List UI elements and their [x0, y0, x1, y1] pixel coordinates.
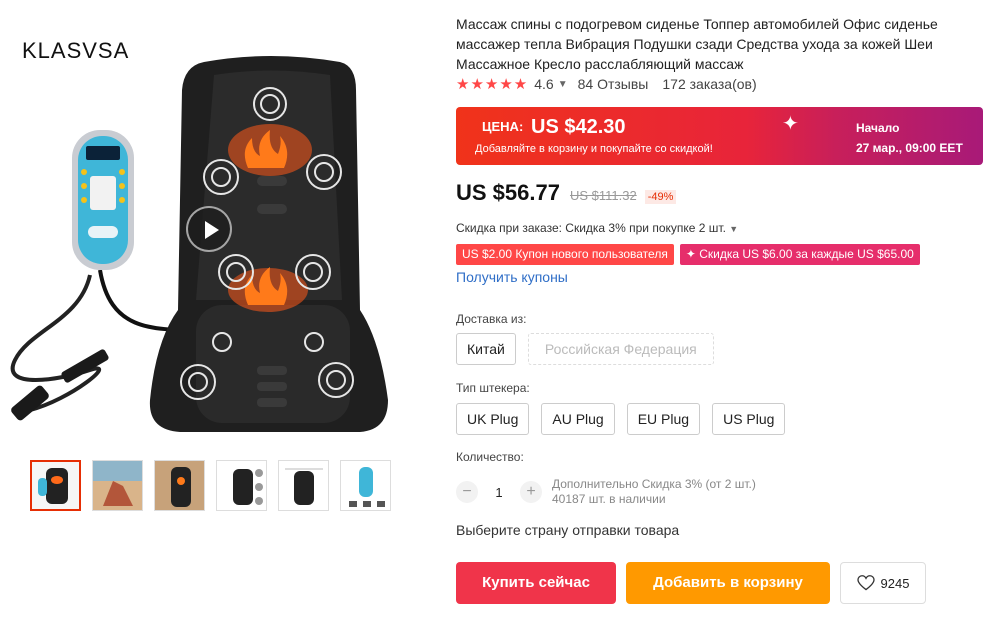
shipping-from-label: Доставка из:	[456, 312, 527, 326]
wishlist-button[interactable]: 9245	[840, 562, 926, 604]
thumbnail-3[interactable]	[154, 460, 205, 511]
shipping-options: Китай Российская Федерация	[456, 333, 714, 365]
thumbnail-4[interactable]	[216, 460, 267, 511]
chevron-down-icon[interactable]: ▼	[558, 79, 568, 90]
promo-start: Начало 27 мар., 09:00 EET	[856, 118, 963, 158]
thumbnail-2[interactable]	[92, 460, 143, 511]
rating-value[interactable]: 4.6	[534, 76, 553, 92]
quantity-label: Количество:	[456, 450, 524, 464]
ship-from-china[interactable]: Китай	[456, 333, 516, 365]
star-rating-icon: ★★★★★	[456, 76, 529, 93]
coupon-new-user[interactable]: US $2.00 Купон нового пользователя	[456, 244, 674, 265]
thumbnail-1[interactable]	[30, 460, 81, 511]
rating-row: ★★★★★ 4.6 ▼ 84 Отзывы 172 заказа(ов)	[456, 75, 757, 93]
promo-price-label: ЦЕНА:	[482, 119, 524, 134]
coupon-list: US $2.00 Купон нового пользователя ✦ Ски…	[456, 244, 920, 265]
thumbnail-strip	[30, 460, 391, 511]
brand-logo: KLASVSA	[22, 38, 130, 63]
stock-count: 40187 шт. в наличии	[552, 492, 666, 506]
chevron-down-icon: ▼	[729, 224, 739, 234]
promo-banner: ЦЕНА: US $42.30 Добавляйте в корзину и п…	[456, 107, 983, 165]
ship-country-note: Выберите страну отправки товара	[456, 522, 680, 538]
price-row: US $56.77 US $111.32 -49%	[456, 180, 677, 206]
reviews-link[interactable]: 84 Отзывы	[578, 76, 649, 92]
plug-uk[interactable]: UK Plug	[456, 403, 530, 435]
get-coupons-link[interactable]: Получить купоны	[456, 269, 568, 285]
quantity-stepper: − 1 + Дополнительно Скидка 3% (от 2 шт.)…	[456, 477, 756, 507]
thumbnail-5[interactable]	[278, 460, 329, 511]
quantity-minus-button[interactable]: −	[456, 481, 478, 503]
promo-start-label: Начало	[856, 121, 900, 135]
coupon-store-discount[interactable]: ✦ Скидка US $6.00 за каждые US $65.00	[679, 244, 920, 265]
product-gallery: KLASVSA	[0, 0, 440, 625]
add-to-cart-button[interactable]: Добавить в корзину	[626, 562, 830, 604]
order-discount-text: Скидка при заказе: Скидка 3% при покупке…	[456, 221, 726, 235]
quantity-discount-note: Дополнительно Скидка 3% (от 2 шт.)	[552, 477, 756, 491]
sparkle-icon: ✦	[782, 113, 799, 135]
play-video-button[interactable]	[186, 206, 232, 252]
orders-count: 172 заказа(ов)	[662, 76, 757, 92]
quantity-value[interactable]: 1	[478, 485, 520, 500]
plug-au[interactable]: AU Plug	[541, 403, 615, 435]
product-title: Массаж спины с подогревом сиденье Топпер…	[456, 16, 938, 72]
quantity-info: Дополнительно Скидка 3% (от 2 шт.) 40187…	[552, 477, 756, 507]
thumbnail-6[interactable]	[340, 460, 391, 511]
action-buttons: Купить сейчас Добавить в корзину 9245	[456, 562, 926, 604]
promo-start-date: 27 мар., 09:00 EET	[856, 141, 963, 155]
order-discount[interactable]: Скидка при заказе: Скидка 3% при покупке…	[456, 221, 738, 235]
buy-now-button[interactable]: Купить сейчас	[456, 562, 616, 604]
promo-price: US $42.30	[531, 116, 626, 138]
heart-icon	[856, 575, 875, 591]
wishlist-count: 9245	[880, 575, 910, 591]
plug-eu[interactable]: EU Plug	[626, 403, 701, 435]
plug-options: UK Plug AU Plug EU Plug US Plug	[456, 403, 786, 435]
discount-badge: -49%	[644, 190, 677, 204]
quantity-plus-button[interactable]: +	[520, 481, 542, 503]
plug-type-label: Тип штекера:	[456, 381, 530, 395]
plug-us[interactable]: US Plug	[712, 403, 786, 435]
promo-subtitle: Добавляйте в корзину и покупайте со скид…	[475, 143, 713, 155]
current-price: US $56.77	[456, 180, 560, 205]
original-price: US $111.32	[569, 188, 637, 203]
ship-from-russia: Российская Федерация	[527, 333, 714, 365]
